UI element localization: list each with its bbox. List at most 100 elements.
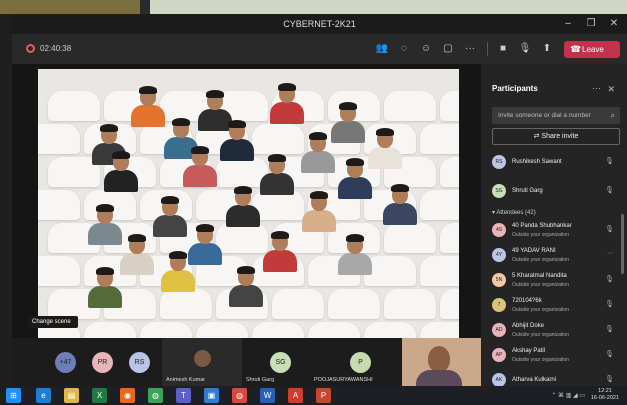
share-icon[interactable]: ⬆ xyxy=(539,41,555,57)
participants-panel: Participants ··· ✕ Invite someone or dia… xyxy=(481,64,627,387)
teams-icon[interactable]: T xyxy=(176,388,191,403)
participant-bubble[interactable]: PR xyxy=(92,352,113,373)
auditorium-seat xyxy=(328,289,380,319)
chrome2-icon[interactable]: ◍ xyxy=(232,388,247,403)
background-right xyxy=(150,0,627,14)
people-icon[interactable]: 👥 xyxy=(374,41,390,57)
mic-icon[interactable]: 🎙 xyxy=(517,41,533,57)
participant-bubble[interactable]: SG xyxy=(270,352,291,373)
participant-name: 720104?6k xyxy=(512,298,542,304)
more-icon[interactable]: ··· xyxy=(592,83,601,93)
chat-icon[interactable]: ◌ xyxy=(396,41,412,57)
bubble-initials: +47 xyxy=(59,359,72,366)
participant-row[interactable]: AP Akshay Patil Outside your organization 🎙 xyxy=(492,346,622,368)
participant-row[interactable]: 7 720104?6k Outside your organization 🎙 xyxy=(492,296,622,318)
avatar: AD xyxy=(492,323,506,337)
attendee-figure xyxy=(229,266,263,307)
excel-icon[interactable]: X xyxy=(92,388,107,403)
attendee-figure xyxy=(338,158,372,199)
attendee-body xyxy=(161,270,195,292)
auditorium-seat xyxy=(420,322,459,338)
reactions-icon[interactable]: ☺ xyxy=(418,41,434,57)
self-body xyxy=(416,370,462,386)
avatar: RS xyxy=(492,155,506,169)
auditorium-seat xyxy=(216,223,268,253)
participant-row[interactable]: 5N 5 Kharatmal Nandita Outside your organi… xyxy=(492,271,622,293)
auditorium-seat xyxy=(420,124,459,154)
share-invite-label: Share invite xyxy=(541,133,579,140)
attendee-body xyxy=(229,285,263,307)
auditorium-seat xyxy=(308,322,360,338)
meeting-timer: 02:40:38 xyxy=(40,44,72,53)
overflow-count-bubble[interactable]: +47 xyxy=(55,352,76,373)
more-icon[interactable]: ··· xyxy=(462,41,478,57)
attendee-figure xyxy=(263,231,297,272)
rooms-icon[interactable]: ▢ xyxy=(440,41,456,57)
together-mode-auditorium xyxy=(38,69,459,338)
close-window-button[interactable]: ✕ xyxy=(606,17,622,31)
attendee-body xyxy=(183,165,217,187)
auditorium-seat xyxy=(160,289,212,319)
attendee-hair xyxy=(237,266,255,274)
participant-video-tile[interactable]: Animesh Kumar xyxy=(162,338,242,386)
avatar-initials: AK xyxy=(495,377,503,383)
camera-icon[interactable]: ■ xyxy=(495,41,511,57)
more-icon: ··· xyxy=(607,250,614,257)
windows-taskbar: ⊞ e ▤ X ◉ ◍ T ▣ ◍ W A P ⌃ ⌘ ▥ ◢ ▭ 12:21 16-06-2021 xyxy=(0,386,627,405)
mic-off-icon: 🎙 xyxy=(605,187,614,194)
participant-row[interactable]: SG Shruti Garg 🎙 xyxy=(492,182,622,204)
system-tray[interactable]: ⌃ ⌘ ▥ ◢ ▭ xyxy=(551,392,585,399)
attendee-body xyxy=(263,250,297,272)
invite-input[interactable]: Invite someone or dial a number ⌕ xyxy=(492,107,620,124)
firefox-icon[interactable]: ◉ xyxy=(120,388,135,403)
self-video-view[interactable] xyxy=(402,338,481,386)
attendee-figure xyxy=(220,120,254,161)
close-icon[interactable]: ✕ xyxy=(607,84,615,95)
bubble-initials: P xyxy=(358,359,363,366)
pdf-icon[interactable]: A xyxy=(288,388,303,403)
attendee-hair xyxy=(309,132,327,140)
leave-button[interactable]: ☎ Leave xyxy=(564,41,620,58)
attendee-hair xyxy=(139,86,157,94)
auditorium-seat xyxy=(364,322,416,338)
edge-icon[interactable]: e xyxy=(36,388,51,403)
participant-row[interactable]: 4S 40 Panda Shubhankar Outside your organi… xyxy=(492,221,622,243)
attendee-body xyxy=(88,223,122,245)
attendees-header[interactable]: ▾ Attendees (42) xyxy=(492,209,536,216)
participant-org: Outside your organization xyxy=(512,232,569,238)
attendee-figure xyxy=(260,154,294,195)
attendee-hair xyxy=(391,184,409,192)
auditorium-seat xyxy=(84,322,136,338)
taskbar-clock[interactable]: 12:21 16-06-2021 xyxy=(591,388,619,402)
chrome-icon[interactable]: ◍ xyxy=(148,388,163,403)
photos-icon[interactable]: ▣ xyxy=(204,388,219,403)
explorer-icon[interactable]: ▤ xyxy=(64,388,79,403)
minimize-button[interactable]: – xyxy=(560,17,576,31)
panel-scrollbar[interactable] xyxy=(621,214,624,274)
participant-name: 40 Panda Shubhankar xyxy=(512,223,572,229)
participant-name: 49 YADAV RANI xyxy=(512,248,556,254)
attendee-hair xyxy=(376,128,394,136)
share-invite-button[interactable]: ⇄ Share invite xyxy=(492,128,620,145)
participant-bubble[interactable]: RS xyxy=(129,352,150,373)
attendee-hair xyxy=(161,196,179,204)
auditorium-seat xyxy=(420,256,459,286)
participant-row[interactable]: AD Abhijit Doke Outside your organization 🎙 xyxy=(492,321,622,343)
attendee-figure xyxy=(331,102,365,143)
auditorium-seat xyxy=(384,223,436,253)
participant-bubble[interactable]: P xyxy=(350,352,371,373)
attendee-hair xyxy=(191,146,209,154)
attendee-figure xyxy=(161,251,195,292)
powerpoint-icon[interactable]: P xyxy=(316,388,331,403)
participant-row[interactable]: RS Rushikesh Sawant 🎙 xyxy=(492,153,622,175)
maximize-button[interactable]: ❐ xyxy=(583,17,599,31)
background-strip xyxy=(0,0,627,14)
word-icon[interactable]: W xyxy=(260,388,275,403)
attendee-hair xyxy=(196,224,214,232)
participant-row[interactable]: 4Y 49 YADAV RANI Outside your organization… xyxy=(492,246,622,268)
windows-icon[interactable]: ⊞ xyxy=(6,388,21,403)
mic-off-icon: 🎙 xyxy=(605,226,614,233)
auditorium-seat xyxy=(38,256,80,286)
change-scene-button[interactable]: Change scene xyxy=(28,316,78,328)
attendee-hair xyxy=(96,204,114,212)
